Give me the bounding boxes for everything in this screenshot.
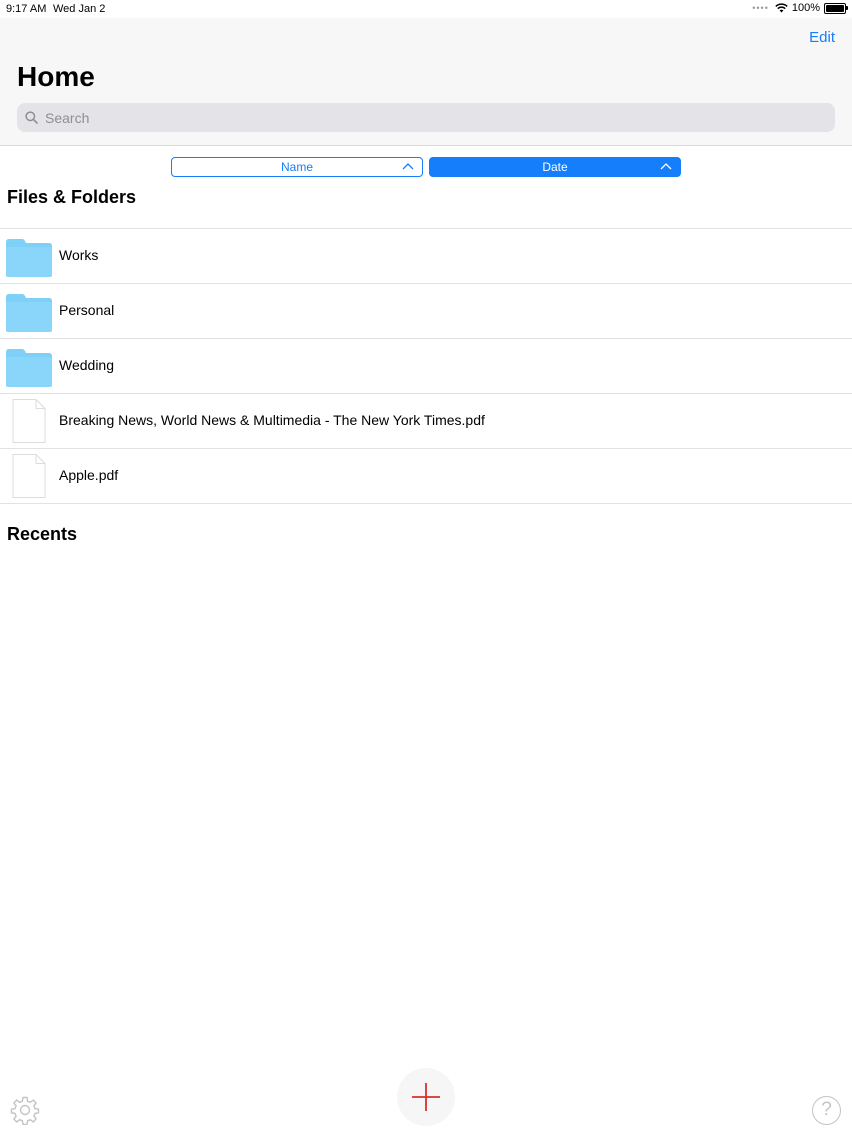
status-right: •••• 100% bbox=[752, 2, 848, 14]
navigation-bar: Edit Home bbox=[0, 18, 852, 146]
folder-icon bbox=[6, 294, 52, 332]
status-time: 9:17 AM bbox=[6, 3, 47, 15]
battery-icon bbox=[824, 2, 848, 14]
folder-icon bbox=[6, 239, 52, 277]
item-name: Wedding bbox=[59, 357, 115, 373]
list-item[interactable]: Personal bbox=[0, 284, 852, 339]
sort-name-button[interactable]: Name bbox=[171, 157, 423, 177]
item-name: Breaking News, World News & Multimedia -… bbox=[59, 412, 485, 428]
edit-button[interactable]: Edit bbox=[809, 29, 835, 46]
status-date: Wed Jan 2 bbox=[53, 3, 106, 15]
signal-dots-icon: •••• bbox=[752, 3, 769, 13]
status-bar: 9:17 AM Wed Jan 2 •••• 100% bbox=[0, 0, 852, 18]
battery-percent: 100% bbox=[791, 2, 820, 14]
list-item[interactable]: Works bbox=[0, 229, 852, 284]
item-name: Apple.pdf bbox=[59, 467, 119, 483]
chevron-up-icon bbox=[660, 163, 672, 170]
folder-icon bbox=[6, 349, 52, 387]
add-button[interactable] bbox=[397, 1068, 455, 1126]
files-list: Works Personal Wedding Breaking News, Wo… bbox=[0, 228, 852, 504]
gear-icon[interactable] bbox=[10, 1095, 40, 1125]
list-item[interactable]: Apple.pdf bbox=[0, 449, 852, 504]
page-title: Home bbox=[17, 61, 95, 92]
sort-name-label: Name bbox=[280, 160, 313, 174]
list-item[interactable]: Breaking News, World News & Multimedia -… bbox=[0, 394, 852, 449]
search-bar[interactable] bbox=[17, 103, 835, 132]
plus-icon bbox=[412, 1083, 440, 1111]
search-icon bbox=[25, 111, 38, 124]
files-folders-heading: Files & Folders bbox=[7, 187, 137, 207]
sort-date-button[interactable]: Date bbox=[429, 157, 681, 177]
list-item[interactable]: Wedding bbox=[0, 339, 852, 394]
item-name: Personal bbox=[59, 302, 115, 318]
document-icon bbox=[12, 399, 46, 443]
sort-date-label: Date bbox=[542, 160, 568, 174]
chevron-up-icon bbox=[402, 163, 414, 170]
help-icon[interactable]: ? bbox=[812, 1096, 841, 1125]
recents-heading: Recents bbox=[7, 524, 78, 544]
item-name: Works bbox=[59, 247, 99, 263]
document-icon bbox=[12, 454, 46, 498]
search-input[interactable] bbox=[43, 108, 807, 127]
wifi-icon bbox=[775, 3, 788, 13]
